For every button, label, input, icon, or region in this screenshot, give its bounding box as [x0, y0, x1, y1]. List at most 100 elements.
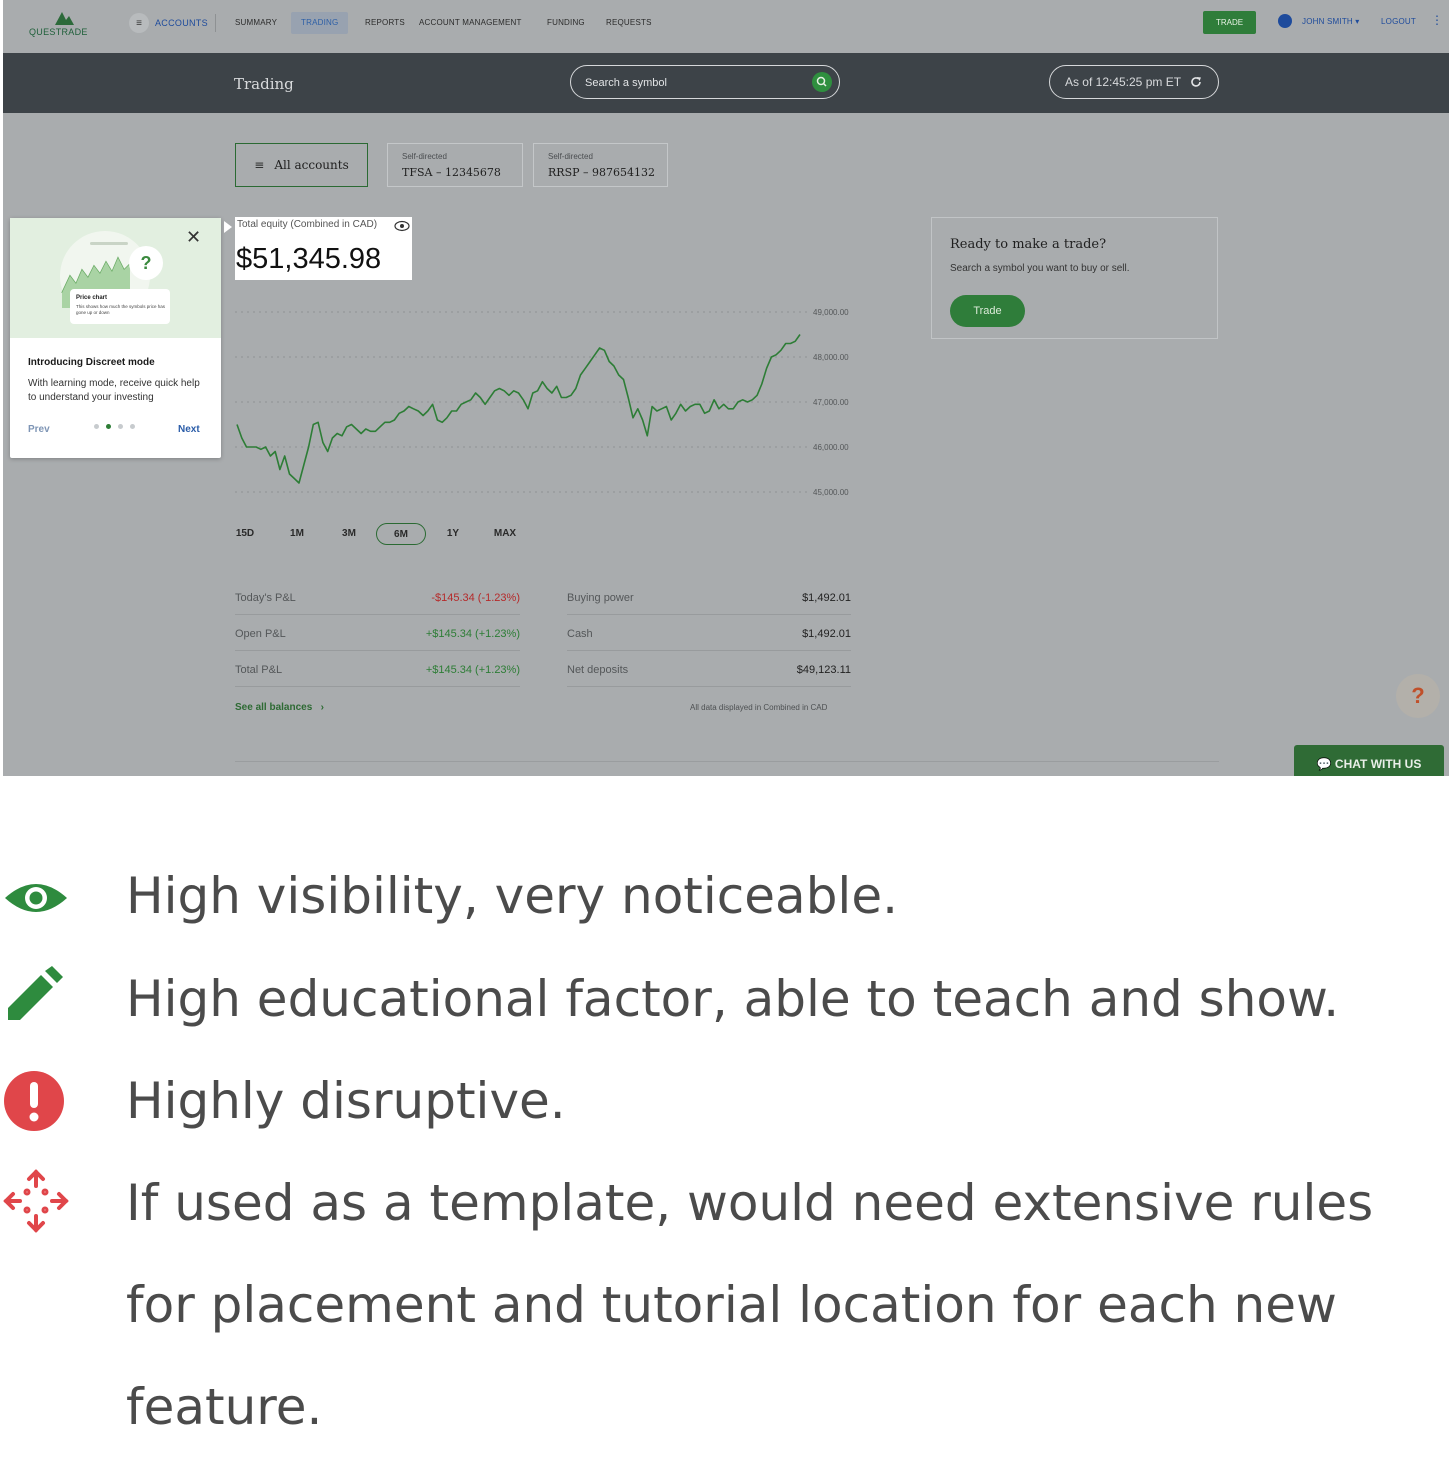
stat-value: -$145.34 (-1.23%) [431, 592, 520, 604]
price-chart[interactable]: 49,000.00 48,000.00 47,000.00 46,000.00 45,0… [235, 300, 855, 510]
nav-funding[interactable]: FUNDING [537, 12, 595, 34]
stat-value: $49,123.11 [796, 664, 851, 676]
nav-reports[interactable]: REPORTS [355, 12, 415, 34]
tutorial-title: Introducing Discreet mode [28, 357, 155, 368]
menu-icon: ≡ [129, 13, 149, 33]
all-accounts-label: All accounts [274, 158, 349, 172]
range-1m[interactable]: 1M [283, 523, 311, 545]
legend-text-line: feature. [126, 1378, 323, 1436]
tutorial-prev-button[interactable]: Prev [28, 424, 50, 435]
refresh-timestamp-button[interactable]: As of 12:45:25 pm ET [1049, 65, 1219, 99]
stat-label: Cash [567, 628, 593, 640]
legend-text: High visibility, very noticeable. [126, 867, 898, 925]
list-icon: ≡ [254, 158, 265, 172]
tutorial-next-button[interactable]: Next [178, 424, 200, 435]
chevron-right-icon: › [320, 702, 324, 713]
see-all-label: See all balances [235, 702, 313, 713]
legend-text-line: for placement and tutorial location for … [126, 1276, 1337, 1334]
card-title: Ready to make a trade? [950, 237, 1107, 252]
pencil-icon [8, 966, 63, 1020]
stat-cash: Cash $1,492.01 [567, 616, 851, 651]
range-15d[interactable]: 15D [228, 523, 262, 545]
stat-net-deposits: Net deposits $49,123.11 [567, 652, 851, 687]
stat-value: $1,492.01 [802, 628, 851, 640]
tooltip-preview: Price chart This shows how much the symb… [70, 289, 170, 324]
stat-value: +$145.34 (+1.23%) [425, 664, 520, 676]
account-tab-tfsa[interactable]: Self-directed TFSA – 12345678 [387, 143, 523, 187]
all-accounts-tab[interactable]: ≡ All accounts [235, 143, 368, 187]
stat-label: Net deposits [567, 664, 629, 676]
trading-header-bar: Trading As of 12:45:25 pm ET [3, 53, 1449, 113]
question-icon: ? [129, 246, 163, 280]
account-type: Self-directed [402, 152, 447, 161]
stat-todays-pl: Today's P&L -$145.34 (-1.23%) [235, 580, 520, 615]
y-tick-label: 48,000.00 [813, 353, 849, 362]
stat-open-pl: Open P&L +$145.34 (+1.23%) [235, 616, 520, 651]
nav-trading[interactable]: TRADING [291, 12, 349, 34]
legend-text: High educational factor, able to teach a… [126, 970, 1340, 1028]
step-dot[interactable] [106, 424, 111, 429]
account-name: TFSA – 12345678 [402, 166, 501, 179]
nav-account-management[interactable]: ACCOUNT MANAGEMENT [409, 12, 532, 34]
help-button[interactable]: ? [1396, 674, 1440, 718]
account-name: RRSP – 987654132 [548, 166, 655, 179]
account-tab-rrsp[interactable]: Self-directed RRSP – 987654132 [533, 143, 668, 187]
stat-label: Today's P&L [235, 592, 296, 604]
see-all-balances-link[interactable]: See all balances › [235, 702, 324, 713]
range-max[interactable]: MAX [487, 523, 523, 545]
preview-body: This shows how much the symbols price ha… [76, 304, 166, 315]
user-menu[interactable]: JOHN SMITH ▾ [1302, 17, 1360, 26]
questrade-logo[interactable]: QUESTRADE [29, 10, 109, 40]
top-navigation: QUESTRADE ≡ ACCOUNTS SUMMARY TRADING REP… [3, 0, 1449, 53]
y-tick-label: 46,000.00 [813, 443, 849, 452]
preview-title: Price chart [76, 295, 108, 301]
currency-note: All data displayed in Combined in CAD [690, 703, 828, 712]
y-tick-label: 45,000.00 [813, 488, 849, 497]
logo-text: QUESTRADE [29, 27, 88, 37]
step-dot[interactable] [94, 424, 99, 429]
card-subtitle: Search a symbol you want to buy or sell. [950, 263, 1130, 274]
equity-value: $51,345.98 [236, 243, 382, 275]
exclamation-icon [4, 1071, 64, 1131]
nav-summary[interactable]: SUMMARY [225, 12, 287, 34]
step-dot[interactable] [118, 424, 123, 429]
logout-link[interactable]: LOGOUT [1381, 17, 1416, 26]
user-avatar-icon[interactable] [1278, 14, 1292, 28]
eye-icon[interactable] [394, 220, 410, 232]
total-equity-highlight: Total equity (Combined in CAD) $51,345.9… [235, 217, 412, 280]
step-dot[interactable] [130, 424, 135, 429]
range-6m[interactable]: 6M [376, 523, 426, 545]
page-title: Trading [234, 75, 294, 93]
nav-divider [215, 14, 216, 32]
ready-to-trade-card: Ready to make a trade? Search a symbol y… [931, 217, 1218, 339]
accounts-label: ACCOUNTS [155, 18, 208, 28]
tutorial-pointer [224, 221, 232, 233]
range-1y[interactable]: 1Y [439, 523, 467, 545]
nav-requests[interactable]: REQUESTS [596, 12, 662, 34]
symbol-search[interactable] [570, 65, 840, 99]
stat-buying-power: Buying power $1,492.01 [567, 580, 851, 615]
stat-label: Total P&L [235, 664, 283, 676]
equity-label: Total equity (Combined in CAD) [237, 219, 378, 230]
range-3m[interactable]: 3M [335, 523, 363, 545]
more-options-icon[interactable]: ⋮ [1431, 14, 1443, 26]
tutorial-body: With learning mode, receive quick help t… [28, 378, 200, 403]
close-icon[interactable]: ✕ [186, 228, 201, 246]
tutorial-step-dots [94, 424, 135, 429]
chat-with-us-button[interactable]: 💬 CHAT WITH US [1294, 745, 1444, 776]
logo-mark-icon [55, 12, 74, 25]
as-of-time: As of 12:45:25 pm ET [1064, 75, 1182, 89]
search-input[interactable] [583, 74, 807, 92]
move-arrows-icon [3, 1169, 69, 1233]
top-trade-button[interactable]: TRADE [1203, 11, 1256, 34]
legend-text: Highly disruptive. [126, 1072, 566, 1130]
accounts-menu-button[interactable]: ≡ ACCOUNTS [129, 12, 208, 34]
stat-label: Buying power [567, 592, 634, 604]
trade-button[interactable]: Trade [950, 295, 1025, 327]
section-divider [235, 761, 1219, 762]
search-icon[interactable] [812, 72, 832, 92]
y-tick-label: 47,000.00 [813, 398, 849, 407]
y-tick-label: 49,000.00 [813, 308, 849, 317]
stat-value: $1,492.01 [802, 592, 851, 604]
stat-label: Open P&L [235, 628, 286, 640]
